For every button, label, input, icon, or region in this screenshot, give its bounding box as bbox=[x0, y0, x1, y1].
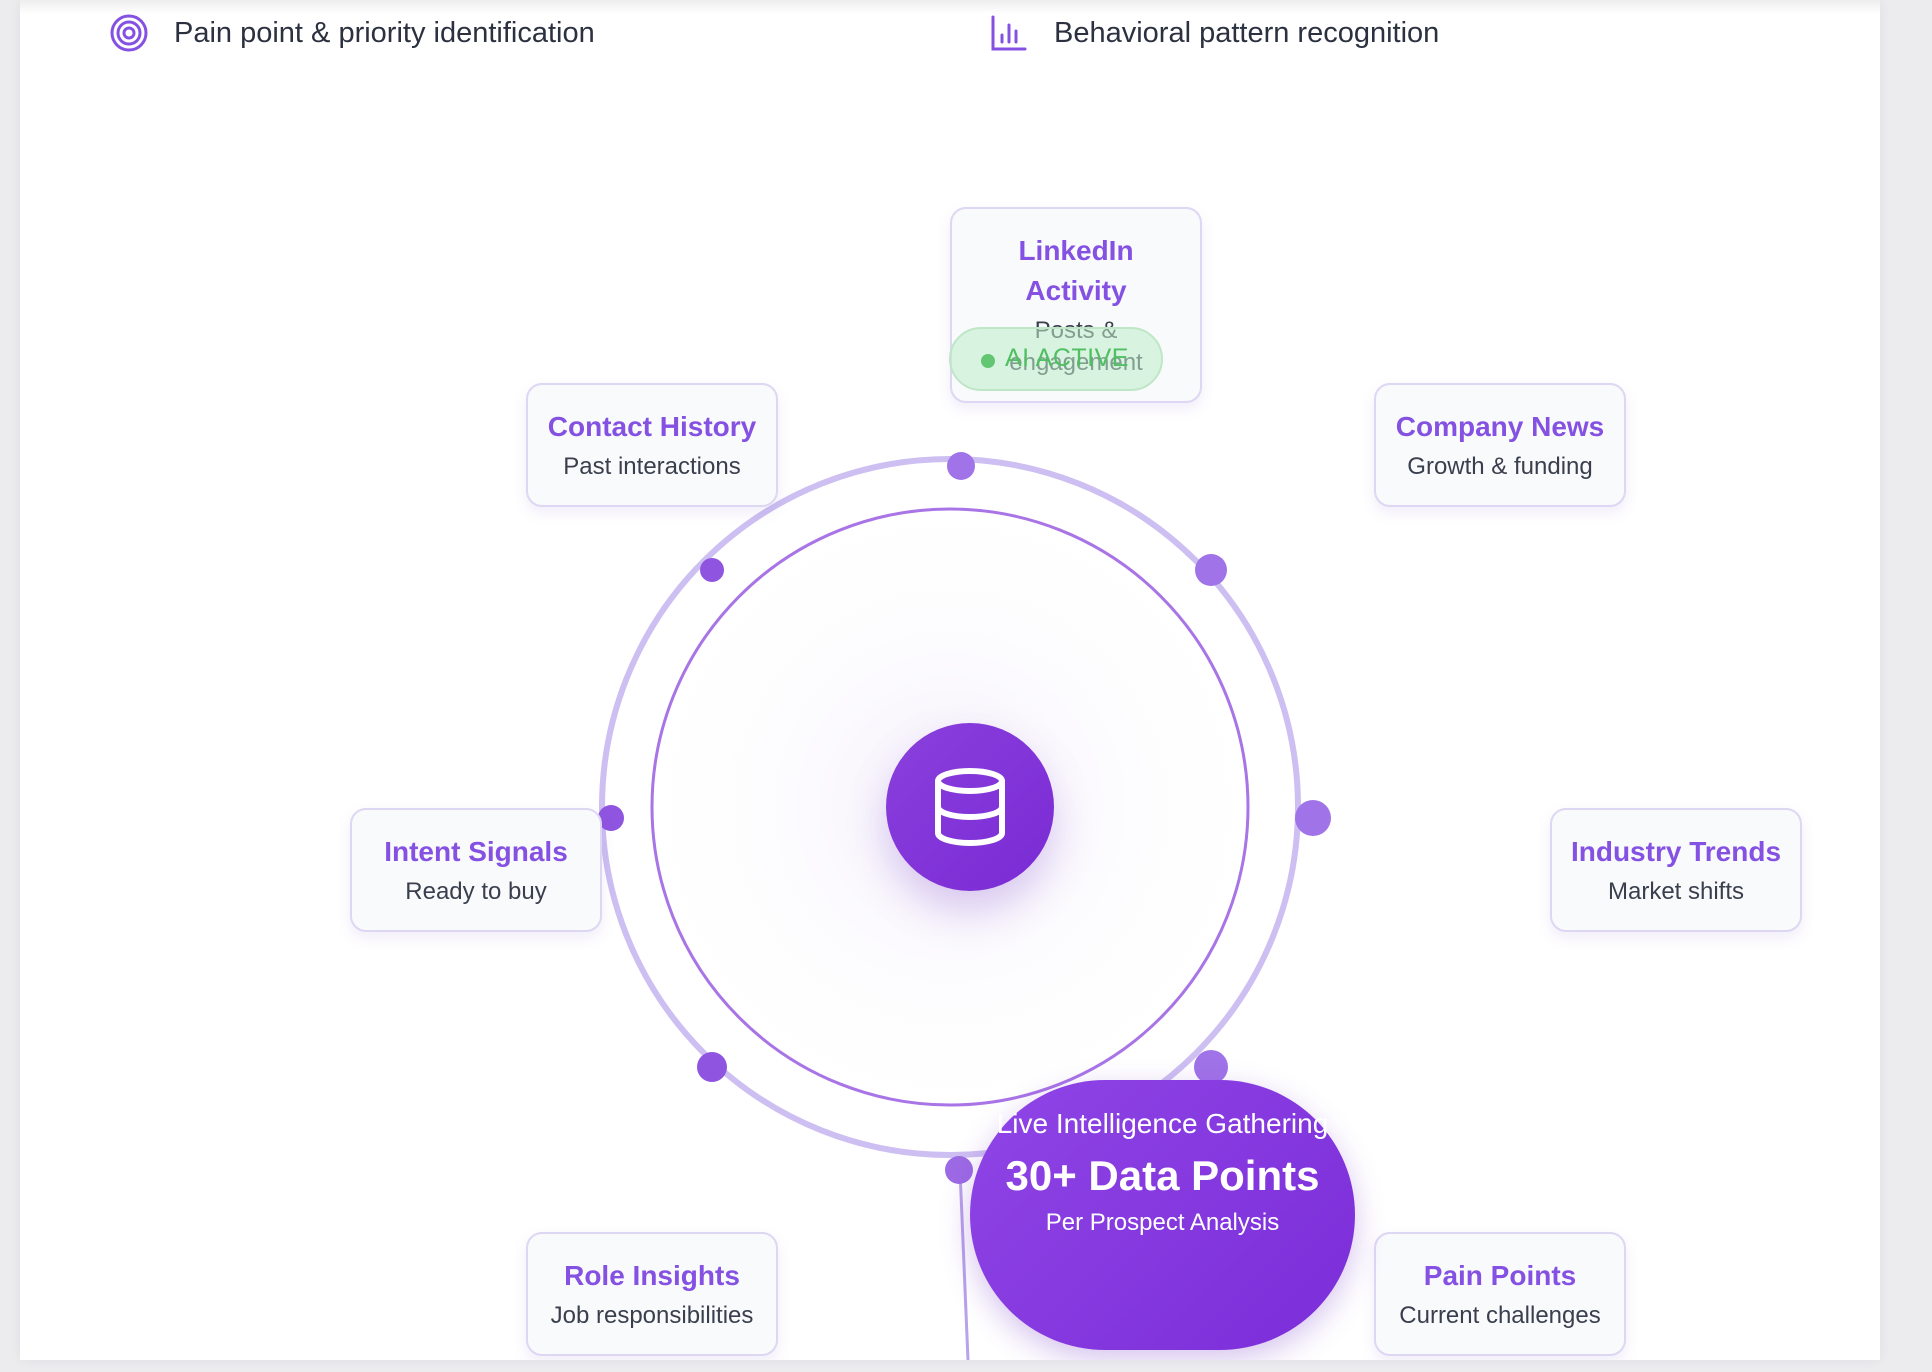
node-contact-history[interactable]: Contact History Past interactions bbox=[526, 383, 778, 507]
orbit-dot bbox=[947, 452, 975, 480]
node-subtitle: Market shifts bbox=[1607, 878, 1745, 905]
ai-active-label: AI ACTIVE bbox=[1005, 344, 1129, 372]
orbit-dot bbox=[697, 1052, 727, 1082]
node-subtitle: Ready to buy bbox=[405, 878, 547, 905]
node-title: Intent Signals bbox=[384, 836, 568, 867]
node-title: LinkedIn Activity bbox=[1018, 235, 1134, 306]
live-caption: Per Prospect Analysis bbox=[1045, 1209, 1280, 1236]
live-intelligence-bubble: Live Intelligence Gathering 30+ Data Poi… bbox=[970, 1080, 1355, 1350]
orbit-dot bbox=[700, 558, 724, 582]
node-company-news[interactable]: Company News Growth & funding bbox=[1374, 383, 1626, 507]
orbit-dot bbox=[945, 1156, 973, 1184]
database-icon bbox=[935, 768, 1005, 846]
node-subtitle: Growth & funding bbox=[1407, 453, 1593, 480]
node-role-insights[interactable]: Role Insights Job responsibilities bbox=[526, 1232, 778, 1356]
orbit-diagram bbox=[598, 452, 1331, 1360]
intelligence-panel: Pain point & priority identification Beh… bbox=[20, 0, 1880, 1360]
node-title: Pain Points bbox=[1423, 1260, 1577, 1291]
node-intent-signals[interactable]: Intent Signals Ready to buy bbox=[350, 808, 602, 932]
ai-active-badge: AI ACTIVE bbox=[949, 327, 1163, 391]
node-title: Contact History bbox=[547, 411, 757, 442]
live-heading: Live Intelligence Gathering bbox=[996, 1108, 1329, 1139]
data-points-stat: 30+ Data Points bbox=[1005, 1152, 1320, 1199]
orbit-dot bbox=[1195, 554, 1227, 586]
node-subtitle: Job responsibilities bbox=[550, 1302, 754, 1329]
node-industry-trends[interactable]: Industry Trends Market shifts bbox=[1550, 808, 1802, 932]
status-dot bbox=[981, 354, 995, 368]
node-pain-points[interactable]: Pain Points Current challenges bbox=[1374, 1232, 1626, 1356]
orbit-dot bbox=[1295, 800, 1331, 836]
node-subtitle: Past interactions bbox=[563, 453, 741, 480]
orbit-dot bbox=[1194, 1050, 1228, 1084]
node-title: Company News bbox=[1395, 411, 1605, 442]
connector-line bbox=[958, 1169, 970, 1360]
node-title: Role Insights bbox=[564, 1260, 740, 1291]
node-subtitle: Current challenges bbox=[1399, 1302, 1601, 1329]
node-title: Industry Trends bbox=[1570, 836, 1782, 867]
center-database bbox=[886, 723, 1054, 891]
